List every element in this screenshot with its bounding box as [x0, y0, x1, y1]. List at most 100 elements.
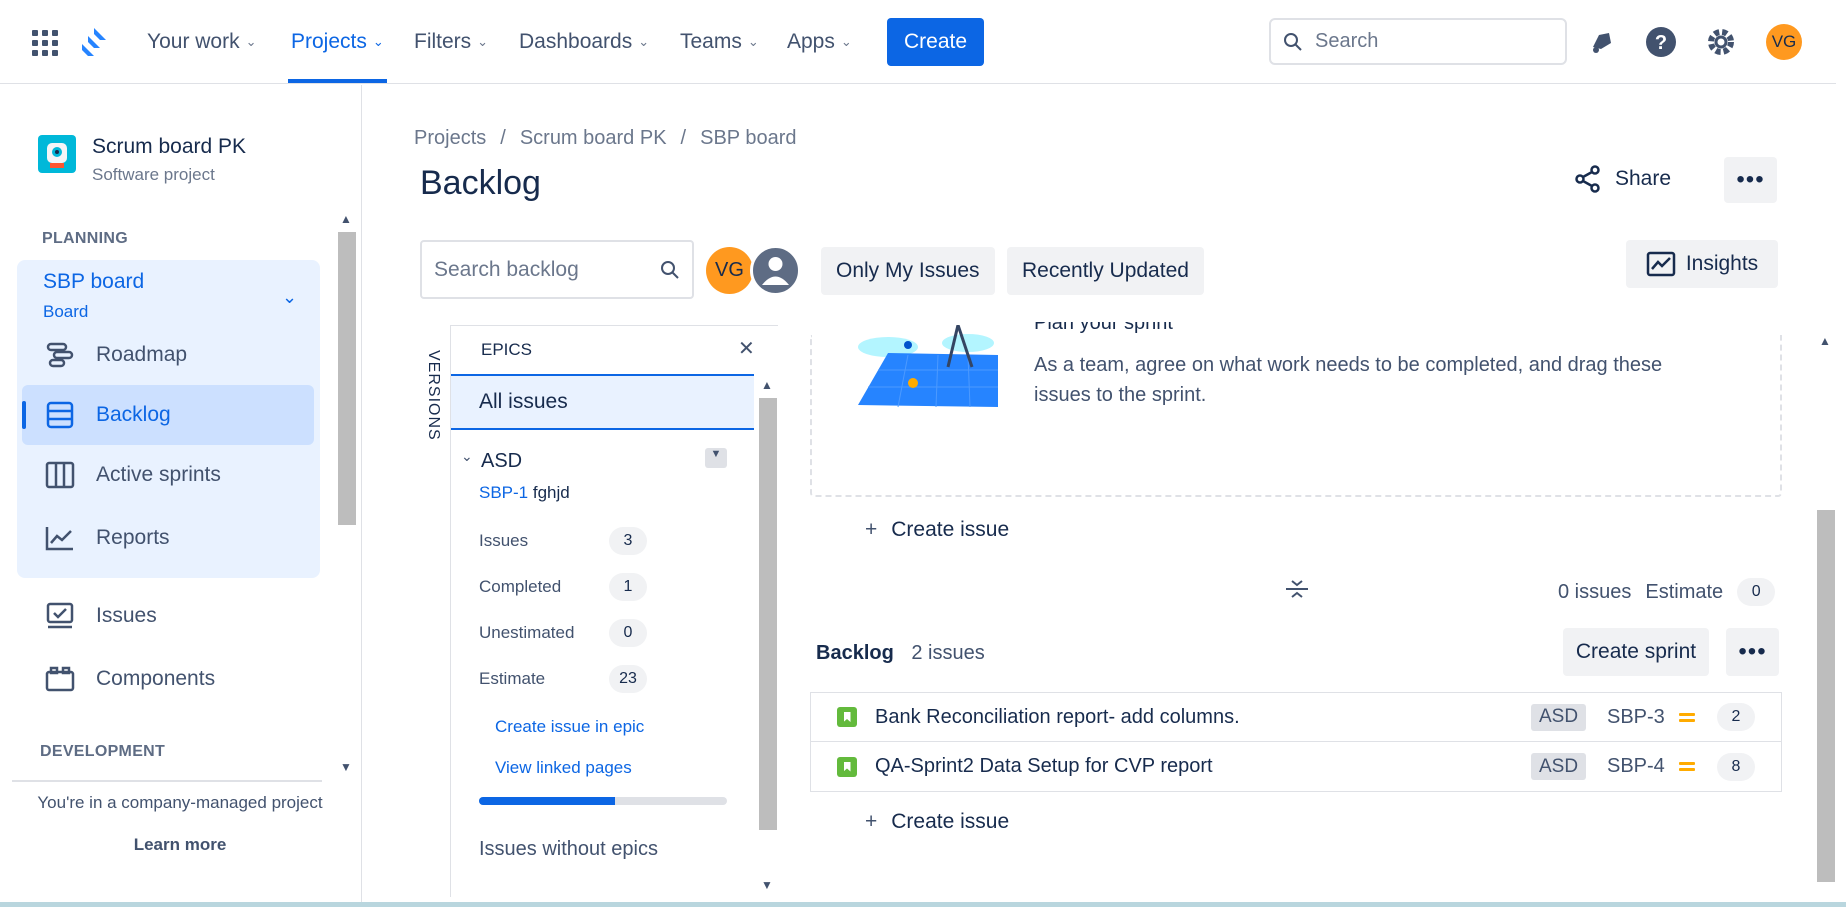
insights-chart-icon — [1646, 251, 1676, 277]
issues-icon — [46, 602, 74, 629]
search-input[interactable]: Search — [1269, 18, 1567, 65]
issue-key[interactable]: SBP-3 — [1607, 706, 1665, 729]
issue-key[interactable]: SBP-4 — [1607, 755, 1665, 778]
sprint-create-issue-button[interactable]: + Create issue — [865, 518, 1009, 542]
main-scrollbar[interactable]: ▲ — [1815, 330, 1835, 890]
sprint-issue-count: 0 issues — [1558, 580, 1632, 603]
nav-filters[interactable]: Filters ⌄ — [414, 30, 488, 54]
backlog-more-button[interactable]: ••• — [1726, 628, 1779, 676]
create-issue-in-epic-link[interactable]: Create issue in epic — [495, 717, 644, 737]
issue-estimate[interactable]: 8 — [1717, 752, 1755, 781]
epic-progress-fill — [479, 797, 616, 805]
project-avatar-icon — [38, 135, 76, 173]
insights-button[interactable]: Insights — [1626, 240, 1778, 288]
share-button[interactable]: Share — [1573, 164, 1671, 194]
nav-label: Teams — [680, 30, 742, 53]
scroll-down-arrow-icon[interactable]: ▼ — [340, 760, 352, 774]
epics-scrollbar[interactable]: ▲ ▼ — [757, 376, 777, 896]
project-header[interactable]: Scrum board PK Software project — [38, 135, 246, 185]
sidebar-item-active-sprints[interactable]: Active sprints — [44, 459, 221, 491]
issue-estimate[interactable]: 2 — [1717, 703, 1755, 731]
scroll-up-arrow-icon[interactable]: ▲ — [1819, 334, 1831, 348]
sidebar-item-label: Reports — [96, 526, 170, 549]
page-title: Backlog — [420, 164, 541, 202]
epic-key-link[interactable]: SBP-1 — [479, 483, 528, 502]
scroll-up-arrow-icon[interactable]: ▲ — [340, 212, 352, 226]
jira-logo-icon[interactable] — [80, 26, 110, 63]
view-linked-pages-link[interactable]: View linked pages — [495, 758, 632, 778]
help-icon[interactable]: ? — [1645, 26, 1677, 58]
search-backlog-input[interactable]: Search backlog — [420, 240, 694, 299]
nav-projects[interactable]: Projects ⌄ — [291, 30, 384, 54]
issue-epic-label[interactable]: ASD — [1531, 753, 1587, 780]
stat-value: 0 — [609, 619, 647, 647]
breadcrumb-separator: / — [680, 127, 687, 149]
project-sidebar: Scrum board PK Software project PLANNING… — [0, 85, 362, 903]
issue-row[interactable]: Bank Reconciliation report- add columns.… — [811, 693, 1781, 742]
backlog-create-issue-button[interactable]: + Create issue — [865, 810, 1009, 834]
backlog-heading: Backlog 2 issues — [816, 642, 985, 665]
chevron-down-icon[interactable]: ⌄ — [282, 287, 297, 308]
issues-without-epics-item[interactable]: Issues without epics — [479, 838, 658, 861]
breadcrumb-board[interactable]: SBP board — [700, 127, 796, 150]
unassigned-avatar-icon[interactable] — [750, 245, 801, 296]
issue-summary: QA-Sprint2 Data Setup for CVP report — [875, 755, 1213, 777]
chevron-down-icon: ⌄ — [372, 34, 384, 49]
scrollbar-thumb[interactable] — [338, 232, 356, 525]
sidebar-item-issues[interactable]: Issues — [44, 600, 157, 632]
stat-label: Unestimated — [479, 623, 575, 642]
search-placeholder: Search — [1315, 30, 1379, 52]
create-button[interactable]: Create — [887, 18, 984, 66]
settings-gear-icon[interactable] — [1705, 26, 1737, 58]
user-avatar[interactable]: VG — [1766, 24, 1802, 60]
learn-more-link[interactable]: Learn more — [0, 835, 360, 855]
stat-value: 23 — [609, 665, 647, 693]
chevron-down-icon[interactable]: ⌄ — [461, 448, 473, 465]
app-switcher-icon[interactable] — [32, 30, 58, 56]
epic-name[interactable]: ASD — [481, 450, 522, 473]
share-icon — [1575, 165, 1600, 193]
versions-tab[interactable]: VERSIONS — [424, 350, 442, 441]
nav-your-work[interactable]: Your work ⌄ — [147, 30, 257, 54]
scrollbar-thumb[interactable] — [1817, 510, 1835, 882]
project-name: Scrum board PK — [92, 135, 247, 158]
sidebar-scrollbar[interactable]: ▲ ▼ — [336, 210, 356, 780]
scrollbar-thumb[interactable] — [759, 398, 777, 830]
more-actions-button[interactable]: ••• — [1724, 157, 1777, 203]
all-issues-item[interactable]: All issues — [451, 374, 754, 430]
nav-dashboards[interactable]: Dashboards ⌄ — [519, 30, 649, 54]
nav-teams[interactable]: Teams ⌄ — [680, 30, 759, 54]
notifications-icon[interactable] — [1586, 26, 1618, 58]
breadcrumb-separator: / — [500, 127, 506, 149]
project-type: Software project — [92, 165, 215, 184]
breadcrumb-projects[interactable]: Projects — [414, 127, 486, 150]
breadcrumb-project[interactable]: Scrum board PK — [520, 127, 667, 150]
collapse-divider-icon[interactable] — [1284, 576, 1310, 607]
epic-progress-bar — [479, 797, 727, 805]
create-sprint-button[interactable]: Create sprint — [1563, 628, 1709, 676]
sidebar-item-reports[interactable]: Reports — [44, 522, 170, 554]
window-bottom-edge — [0, 902, 1846, 907]
nav-apps[interactable]: Apps ⌄ — [787, 30, 852, 54]
epic-dropdown-icon[interactable]: ▼ — [705, 448, 727, 468]
recently-updated-filter[interactable]: Recently Updated — [1007, 247, 1204, 295]
scroll-up-arrow-icon[interactable]: ▲ — [761, 378, 773, 392]
only-my-issues-filter[interactable]: Only My Issues — [821, 247, 995, 295]
active-nav-indicator — [288, 79, 387, 83]
sidebar-item-backlog[interactable]: Backlog — [44, 399, 171, 431]
issue-epic-label[interactable]: ASD — [1531, 703, 1587, 731]
board-selector[interactable]: SBP board Board — [43, 270, 144, 322]
sidebar-item-label: Active sprints — [96, 463, 221, 486]
sidebar-item-roadmap[interactable]: Roadmap — [44, 339, 187, 371]
board-type: Board — [43, 302, 89, 321]
close-icon[interactable]: ✕ — [738, 336, 755, 361]
epic-key-line: SBP-1 fghjd — [479, 483, 570, 503]
issue-row[interactable]: QA-Sprint2 Data Setup for CVP report ASD… — [811, 742, 1781, 791]
avatar-filter-vg[interactable]: VG — [706, 247, 753, 294]
nav-label: Apps — [787, 30, 835, 53]
stat-label: Issues — [479, 531, 529, 550]
nav-label: Filters — [414, 30, 472, 53]
backlog-issue-list: Bank Reconciliation report- add columns.… — [810, 692, 1782, 792]
scroll-down-arrow-icon[interactable]: ▼ — [761, 878, 773, 892]
sidebar-item-components[interactable]: Components — [44, 663, 215, 695]
